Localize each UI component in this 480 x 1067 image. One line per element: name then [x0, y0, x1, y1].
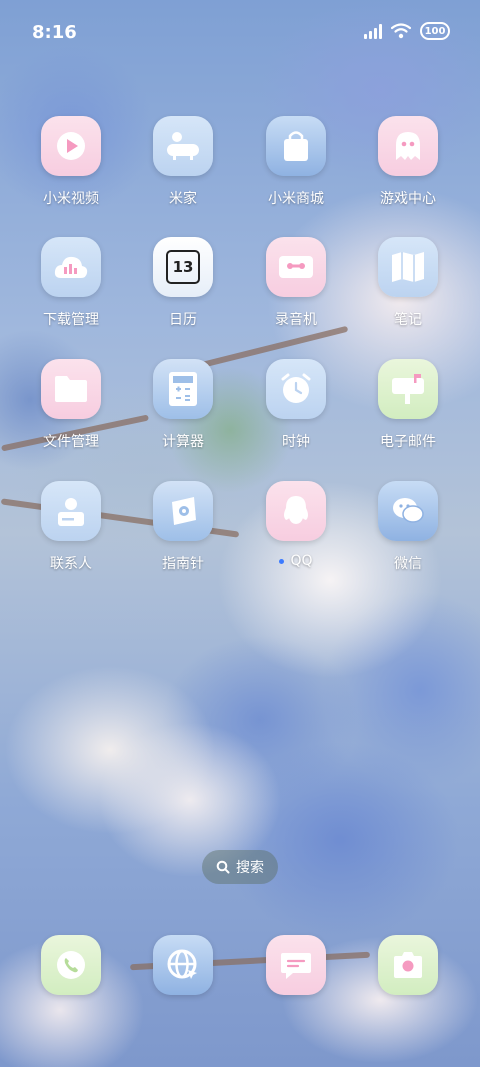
folder-icon [41, 359, 101, 419]
app-label: 指南针 [162, 556, 204, 572]
app-label: QQ [241, 553, 351, 569]
app-label: 计算器 [162, 434, 204, 450]
app-label: 时钟 [282, 434, 310, 450]
app-label: 笔记 [394, 312, 422, 328]
app-compass[interactable]: 指南针 [128, 481, 238, 573]
notebook-icon [378, 237, 438, 297]
app-email[interactable]: 电子邮件 [353, 359, 463, 451]
camera-icon [378, 935, 438, 995]
new-notification-dot [279, 558, 285, 564]
ghost-icon [378, 116, 438, 176]
dock-camera[interactable] [378, 935, 438, 995]
battery-icon: 100 [420, 22, 450, 40]
status-bar: 8:16 100 [0, 0, 480, 70]
app-label-text: QQ [290, 553, 313, 569]
download-cloud-icon [41, 237, 101, 297]
status-time: 8:16 [32, 22, 77, 43]
app-clock[interactable]: 时钟 [241, 359, 351, 451]
dock-browser[interactable] [153, 935, 213, 995]
calendar-day: 13 [172, 258, 194, 276]
app-label: 联系人 [50, 556, 92, 572]
compass-icon [153, 481, 213, 541]
app-label: 游戏中心 [380, 191, 436, 207]
app-game-center[interactable]: 游戏中心 [353, 116, 463, 208]
calculator-icon [153, 359, 213, 419]
wechat-icon [378, 481, 438, 541]
alarm-clock-icon [266, 359, 326, 419]
app-recorder[interactable]: 录音机 [241, 237, 351, 329]
app-label: 下载管理 [43, 312, 99, 328]
mailbox-icon [378, 359, 438, 419]
cassette-icon [266, 237, 326, 297]
contact-card-icon [41, 481, 101, 541]
app-file-manager[interactable]: 文件管理 [16, 359, 126, 451]
app-xiaomi-store[interactable]: 小米商城 [241, 116, 351, 208]
qq-penguin-icon [266, 481, 326, 541]
search-button[interactable]: 搜索 [202, 850, 278, 884]
app-label: 文件管理 [43, 434, 99, 450]
cellular-signal-icon [364, 23, 382, 39]
app-downloads[interactable]: 下载管理 [16, 237, 126, 329]
message-icon [266, 935, 326, 995]
shopping-bag-icon [266, 116, 326, 176]
app-label: 小米视频 [43, 191, 99, 207]
dock-messages[interactable] [266, 935, 326, 995]
app-mijia[interactable]: 米家 [128, 116, 238, 208]
status-icons: 100 [364, 22, 450, 40]
app-label: 米家 [169, 191, 197, 207]
battery-level: 100 [424, 25, 446, 37]
search-icon [216, 860, 230, 874]
search-label: 搜索 [236, 860, 264, 876]
app-label: 小米商城 [268, 191, 324, 207]
app-label: 电子邮件 [380, 434, 436, 450]
app-contacts[interactable]: 联系人 [16, 481, 126, 573]
globe-icon [153, 935, 213, 995]
phone-icon [41, 935, 101, 995]
dock-phone[interactable] [41, 935, 101, 995]
wifi-icon [391, 23, 411, 39]
bath-icon [153, 116, 213, 176]
app-label: 微信 [394, 556, 422, 572]
calendar-icon: 13 [153, 237, 213, 297]
app-label: 录音机 [275, 312, 317, 328]
app-calculator[interactable]: 计算器 [128, 359, 238, 451]
app-qq[interactable]: QQ [241, 481, 351, 569]
app-wechat[interactable]: 微信 [353, 481, 463, 573]
app-calendar[interactable]: 13 日历 [128, 237, 238, 329]
app-label: 日历 [169, 312, 197, 328]
play-icon [41, 116, 101, 176]
app-notes[interactable]: 笔记 [353, 237, 463, 329]
app-xiaomi-video[interactable]: 小米视频 [16, 116, 126, 208]
